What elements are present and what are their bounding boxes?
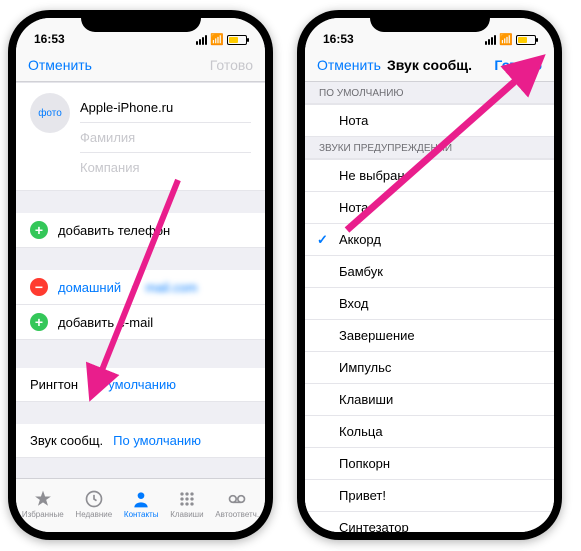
tone-item[interactable]: Нота: [305, 192, 554, 224]
tone-label: Завершение: [339, 328, 415, 343]
cancel-button[interactable]: Отменить: [28, 57, 92, 73]
status-indicators: 📶: [485, 33, 536, 46]
add-email-row[interactable]: + добавить e-mail: [16, 305, 265, 340]
tone-label: Привет!: [339, 488, 386, 503]
alert-tones-header: ЗВУКИ ПРЕДУПРЕЖДЕНИЙ: [305, 137, 554, 159]
notch: [81, 10, 201, 32]
edit-contact-form: фото Apple-iPhone.ru Фамилия Компания + …: [16, 82, 265, 478]
cancel-button[interactable]: Отменить: [317, 57, 381, 73]
first-name-field[interactable]: Apple-iPhone.ru: [80, 93, 251, 123]
email-value: mail.com: [145, 280, 197, 295]
tone-label: Не выбран: [339, 168, 405, 183]
keypad-icon: [176, 489, 198, 509]
voicemail-icon: [226, 489, 248, 509]
tab-recents[interactable]: Недавние: [75, 489, 112, 519]
tone-label: Вход: [339, 296, 368, 311]
clock-icon: [83, 489, 105, 509]
ringtone-row[interactable]: Рингтон По умолчанию: [16, 368, 265, 402]
star-icon: [32, 489, 54, 509]
person-icon: [130, 489, 152, 509]
battery-icon: [516, 35, 536, 45]
tab-bar: Избранные Недавние Контакты Клавиши Авто…: [16, 478, 265, 532]
tone-label: Нота: [339, 200, 368, 215]
tone-label: Синтезатор: [339, 520, 409, 532]
tone-item[interactable]: Кольца: [305, 416, 554, 448]
checkmark-icon: ✓: [317, 232, 331, 248]
screen-edit-contact: 16:53 📶 Отменить Готово фото Apple-iPhon…: [16, 18, 265, 532]
tone-item-default[interactable]: Нота: [305, 104, 554, 137]
tone-item[interactable]: Попкорн: [305, 448, 554, 480]
tone-item[interactable]: Привет!: [305, 480, 554, 512]
status-indicators: 📶: [196, 33, 247, 46]
tone-label: Кольца: [339, 424, 383, 439]
text-tone-row[interactable]: Звук сообщ. По умолчанию: [16, 424, 265, 458]
tone-list[interactable]: ПО УМОЛЧАНИЮ Нота ЗВУКИ ПРЕДУПРЕЖДЕНИЙ Н…: [305, 82, 554, 532]
tone-label: Попкорн: [339, 456, 390, 471]
screen-text-tone: 16:53 📶 Отменить Звук сообщ. Готово ПО У…: [305, 18, 554, 532]
home-email-row[interactable]: − домашний › mail.com: [16, 270, 265, 305]
tone-item[interactable]: Не выбран: [305, 159, 554, 192]
tone-item[interactable]: Импульс: [305, 352, 554, 384]
tone-item[interactable]: Завершение: [305, 320, 554, 352]
wifi-icon: 📶: [210, 33, 224, 46]
text-tone-label: Звук сообщ.: [30, 433, 103, 448]
tone-item[interactable]: Клавиши: [305, 384, 554, 416]
tone-label: Импульс: [339, 360, 391, 375]
navbar: Отменить Звук сообщ. Готово: [305, 48, 554, 82]
add-phone-label: добавить телефон: [58, 223, 170, 238]
tone-label: Клавиши: [339, 392, 393, 407]
tone-item[interactable]: ✓ Аккорд: [305, 224, 554, 256]
plus-icon: +: [30, 313, 48, 331]
name-row: фото Apple-iPhone.ru Фамилия Компания: [16, 82, 265, 191]
tone-item[interactable]: Синтезатор: [305, 512, 554, 532]
battery-icon: [227, 35, 247, 45]
done-button-disabled: Готово: [210, 57, 253, 73]
tab-keypad[interactable]: Клавиши: [170, 489, 203, 519]
ringtone-label: Рингтон: [30, 377, 78, 392]
text-tone-value: По умолчанию: [113, 433, 201, 448]
add-photo-button[interactable]: фото: [30, 93, 70, 133]
phone-right: 16:53 📶 Отменить Звук сообщ. Готово ПО У…: [297, 10, 562, 540]
ringtone-value: По умолчанию: [88, 377, 176, 392]
signal-icon: [485, 35, 496, 45]
email-label-home: домашний: [58, 280, 121, 295]
done-button[interactable]: Готово: [494, 57, 542, 73]
signal-icon: [196, 35, 207, 45]
navbar: Отменить Готово: [16, 48, 265, 82]
last-name-field[interactable]: Фамилия: [80, 123, 251, 153]
tone-label: Аккорд: [339, 232, 381, 247]
company-field[interactable]: Компания: [80, 153, 251, 182]
phone-left: 16:53 📶 Отменить Готово фото Apple-iPhon…: [8, 10, 273, 540]
add-phone-row[interactable]: + добавить телефон: [16, 213, 265, 248]
tone-item[interactable]: Вход: [305, 288, 554, 320]
plus-icon: +: [30, 221, 48, 239]
tab-voicemail[interactable]: Автоответч.: [215, 489, 259, 519]
wifi-icon: 📶: [499, 33, 513, 46]
status-time: 16:53: [323, 32, 354, 46]
tab-contacts[interactable]: Контакты: [124, 489, 159, 519]
default-section-header: ПО УМОЛЧАНИЮ: [305, 82, 554, 104]
tab-favorites[interactable]: Избранные: [22, 489, 64, 519]
add-email-label: добавить e-mail: [58, 315, 153, 330]
notch: [370, 10, 490, 32]
tone-item[interactable]: Бамбук: [305, 256, 554, 288]
status-time: 16:53: [34, 32, 65, 46]
name-fields: Apple-iPhone.ru Фамилия Компания: [80, 93, 251, 182]
tone-label: Бамбук: [339, 264, 383, 279]
minus-icon: −: [30, 278, 48, 296]
